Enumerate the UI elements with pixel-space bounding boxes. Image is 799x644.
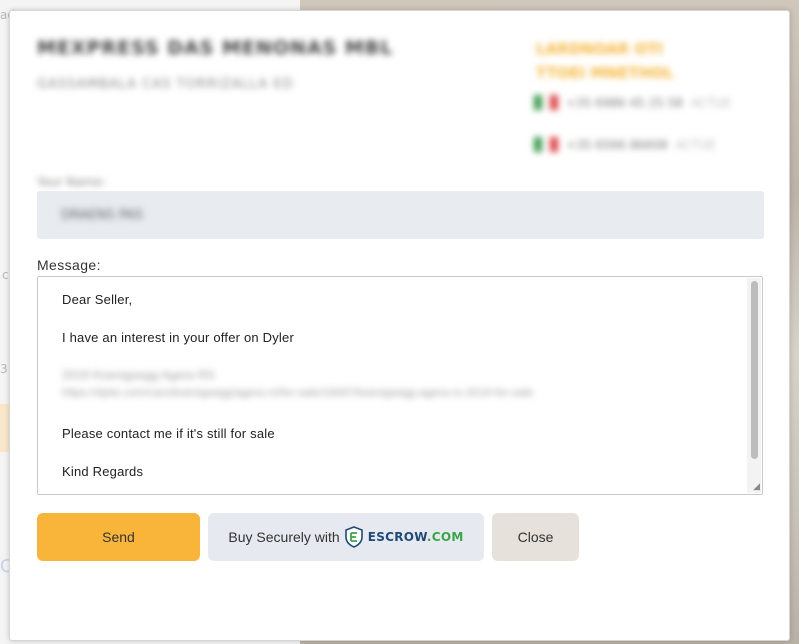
message-label: Message: bbox=[37, 257, 101, 273]
name-label: Your Name: bbox=[37, 175, 106, 189]
background-text-fragment: 3 bbox=[0, 362, 8, 376]
close-button-label: Close bbox=[517, 529, 554, 545]
escrow-shield-icon bbox=[344, 526, 363, 548]
escrow-button-label: Buy Securely with bbox=[228, 529, 340, 545]
background-text-fragment: c bbox=[2, 268, 9, 282]
message-request: Please contact me if it's still for sale bbox=[62, 426, 275, 441]
phone-extra: ACTUE bbox=[690, 95, 732, 110]
phone-extra: ACTUE bbox=[675, 137, 716, 152]
close-button[interactable]: Close bbox=[492, 513, 579, 561]
escrow-logo: ESCROW.COM bbox=[368, 530, 464, 544]
send-button[interactable]: Send bbox=[37, 513, 200, 561]
message-listing-url: https://dyler.com/cars/koenigsegg/agera-… bbox=[62, 387, 534, 399]
escrow-button[interactable]: Buy Securely with ESCROW.COM bbox=[208, 513, 484, 561]
phone-number: +35 6566 86608 bbox=[566, 137, 668, 152]
escrow-logo-name: ESCROW bbox=[367, 530, 427, 544]
name-input[interactable]: DRAENS PAS bbox=[37, 191, 764, 239]
message-greeting: Dear Seller, bbox=[62, 292, 133, 307]
contact-seller-modal: MEXPRESS DAS MENONAS MBL GASSAMBALA CAS … bbox=[9, 10, 790, 641]
escrow-logo-tld: .COM bbox=[426, 530, 464, 544]
name-input-value: DRAENS PAS bbox=[61, 207, 143, 223]
background-highlight bbox=[0, 404, 9, 452]
phone-number: +35 6986 45 25 58 bbox=[566, 95, 683, 110]
send-button-label: Send bbox=[102, 529, 135, 545]
flag-icon bbox=[534, 137, 558, 152]
scrollbar-thumb[interactable] bbox=[751, 281, 758, 459]
message-interest: I have an interest in your offer on Dyle… bbox=[62, 330, 294, 345]
seller-subtitle: GASSAMBALA CAS TORRIZALLA ED bbox=[37, 77, 294, 92]
phone-row[interactable]: +35 6986 45 25 58 ACTUE bbox=[534, 95, 731, 110]
seller-name: MEXPRESS DAS MENONAS MBL bbox=[37, 37, 394, 59]
resize-handle-icon[interactable]: ◢ bbox=[753, 483, 760, 492]
message-closing: Kind Regards bbox=[62, 464, 144, 479]
contact-heading: LARDNOAR OTI TTOEI MNETHOL bbox=[536, 37, 696, 85]
contact-heading-line: TTOEI MNETHOL bbox=[536, 64, 674, 82]
phone-row[interactable]: +35 6566 86608 ACTUE bbox=[534, 137, 716, 152]
message-textarea[interactable]: Dear Seller, I have an interest in your … bbox=[37, 276, 763, 495]
flag-icon bbox=[534, 95, 558, 110]
message-listing-title: 2019 Koenigsegg Agera RS bbox=[62, 368, 215, 382]
contact-heading-line: LARDNOAR OTI bbox=[536, 40, 664, 58]
